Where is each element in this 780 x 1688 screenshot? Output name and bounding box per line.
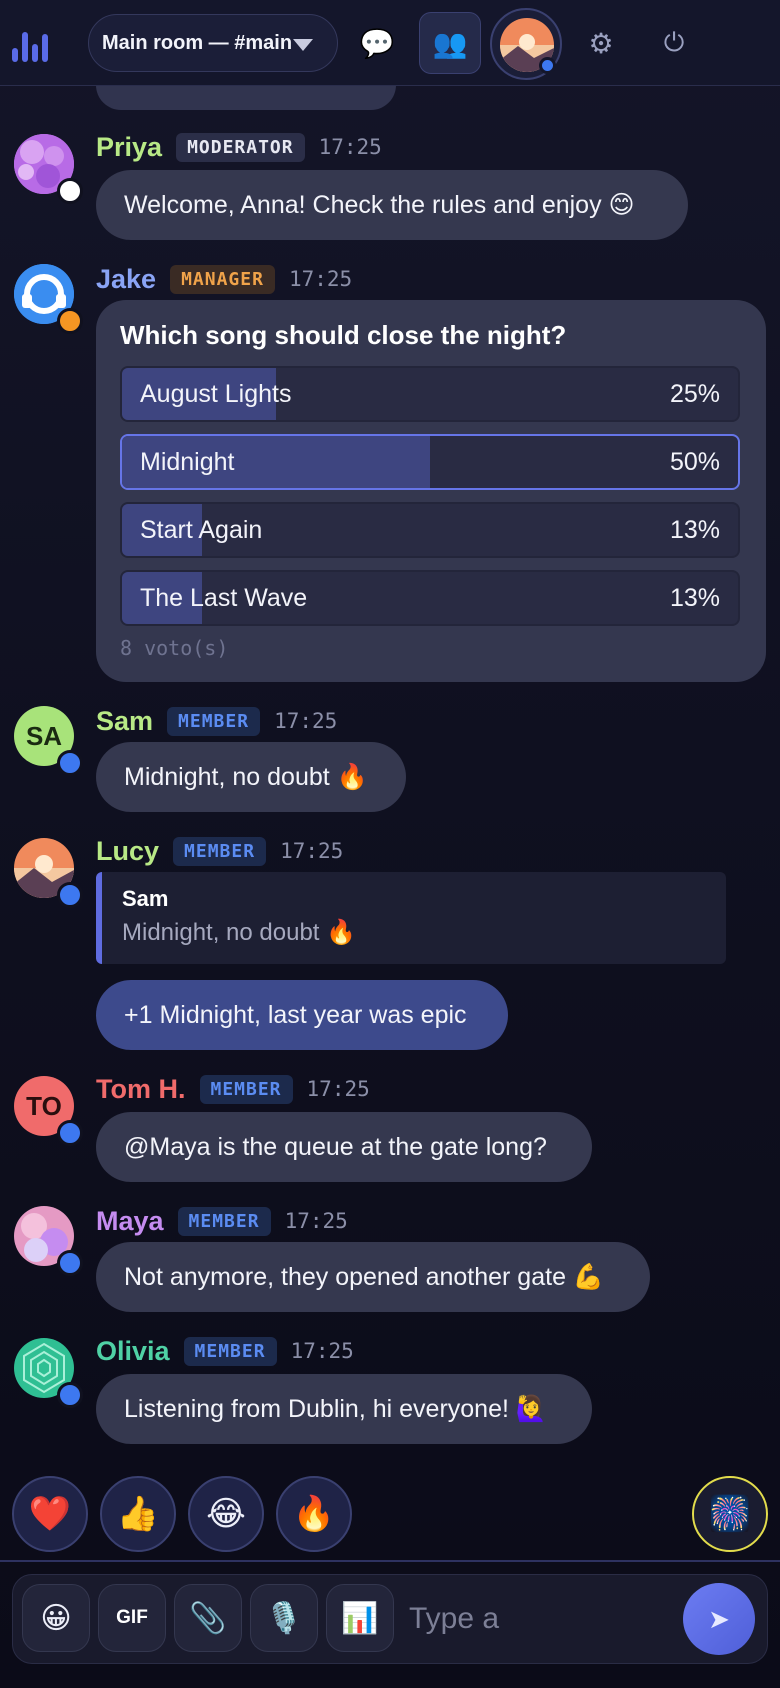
message-header: Sam MEMBER 17:25 bbox=[96, 704, 337, 738]
poll-vote-count: 8 voto(s) bbox=[120, 636, 229, 660]
timestamp: 17:25 bbox=[306, 1077, 370, 1101]
message-header: Tom H. MEMBER 17:25 bbox=[96, 1072, 370, 1106]
status-dot bbox=[57, 1120, 83, 1146]
send-button[interactable]: ➤ bbox=[683, 1583, 755, 1655]
logo-bars-icon bbox=[10, 24, 50, 62]
author-name[interactable]: Jake bbox=[96, 264, 156, 295]
author-name[interactable]: Tom H. bbox=[96, 1074, 186, 1105]
message-header: Maya MEMBER 17:25 bbox=[96, 1204, 348, 1238]
user-avatar[interactable] bbox=[490, 8, 562, 80]
status-dot bbox=[57, 178, 83, 204]
send-icon: ➤ bbox=[708, 1603, 730, 1634]
poll-question: Which song should close the night? bbox=[120, 320, 567, 350]
power-icon[interactable]: ⏻ bbox=[643, 12, 705, 74]
message-input[interactable] bbox=[409, 1589, 669, 1649]
status-dot bbox=[57, 882, 83, 908]
status-dot bbox=[57, 1250, 83, 1276]
online-status-dot bbox=[539, 57, 556, 74]
role-badge: MEMBER bbox=[177, 1206, 271, 1236]
poll-option[interactable]: The Last Wave 13% bbox=[120, 570, 740, 626]
message-bubble[interactable]: Midnight, no doubt 🔥 bbox=[96, 742, 406, 812]
message-header: Jake MANAGER 17:25 bbox=[96, 262, 352, 296]
quote-author: Sam bbox=[122, 886, 169, 911]
timestamp: 17:25 bbox=[290, 1339, 354, 1363]
poll-option-percent: 25% bbox=[669, 380, 720, 408]
poll-option-label: Midnight bbox=[140, 448, 235, 476]
poll-option-label: August Lights bbox=[140, 380, 292, 408]
message-header: Olivia MEMBER 17:25 bbox=[96, 1334, 354, 1368]
message-bubble[interactable]: @Maya is the queue at the gate long? bbox=[96, 1112, 592, 1182]
reply-quote[interactable]: Sam Midnight, no doubt 🔥 bbox=[96, 872, 726, 964]
gif-button[interactable]: GIF bbox=[98, 1584, 166, 1652]
role-badge: MEMBER bbox=[173, 836, 267, 866]
timestamp: 17:25 bbox=[318, 135, 382, 159]
reaction-thumbs-up-button[interactable]: 👍 bbox=[100, 1476, 176, 1552]
poll-chart-icon[interactable]: 📊 bbox=[326, 1584, 394, 1652]
microphone-icon[interactable]: 🎙️ bbox=[250, 1584, 318, 1652]
message-bubble[interactable]: Listening from Dublin, hi everyone! 🙋‍♀️ bbox=[96, 1374, 592, 1444]
poll-card: Which song should close the night? Augus… bbox=[96, 300, 766, 682]
avatar-initials: TO bbox=[26, 1090, 62, 1121]
message-bubble[interactable]: Welcome, Anna! Check the rules and enjoy… bbox=[96, 170, 688, 240]
reaction-fire-button[interactable]: 🔥 bbox=[276, 1476, 352, 1552]
author-name[interactable]: Olivia bbox=[96, 1336, 170, 1367]
message-text: @Maya is the queue at the gate long? bbox=[124, 1132, 547, 1161]
author-name[interactable]: Lucy bbox=[96, 836, 159, 867]
role-badge: MEMBER bbox=[183, 1336, 277, 1366]
timestamp: 17:25 bbox=[274, 709, 338, 733]
poll-option[interactable]: August Lights 25% bbox=[120, 366, 740, 422]
poll-option-percent: 13% bbox=[669, 584, 720, 612]
message-bubble[interactable]: Not anymore, they opened another gate 💪 bbox=[96, 1242, 650, 1312]
message-text: Listening from Dublin, hi everyone! 🙋‍♀️ bbox=[124, 1394, 547, 1423]
timestamp: 17:25 bbox=[280, 839, 344, 863]
reaction-laugh-button[interactable]: 😂 bbox=[188, 1476, 264, 1552]
settings-icon[interactable]: ⚙ bbox=[570, 12, 632, 74]
status-dot bbox=[57, 750, 83, 776]
users-icon[interactable]: 👥 bbox=[419, 12, 481, 74]
role-badge: MEMBER bbox=[167, 706, 261, 736]
message-text: Midnight, no doubt 🔥 bbox=[124, 762, 368, 791]
avatar-initials: SA bbox=[25, 720, 63, 751]
message-header: Lucy MEMBER 17:25 bbox=[96, 834, 343, 868]
room-select-label: Main room — #main bbox=[102, 31, 293, 54]
message-header: Priya MODERATOR 17:25 bbox=[96, 130, 382, 164]
message-bubble[interactable]: +1 Midnight, last year was epic bbox=[96, 980, 508, 1050]
role-badge: MEMBER bbox=[199, 1074, 293, 1104]
role-badge: MANAGER bbox=[170, 264, 275, 294]
status-dot bbox=[57, 1382, 83, 1408]
status-dot bbox=[57, 308, 83, 334]
chevron-down-icon bbox=[293, 39, 313, 51]
timestamp: 17:25 bbox=[284, 1209, 348, 1233]
author-name[interactable]: Sam bbox=[96, 706, 153, 737]
author-name[interactable]: Maya bbox=[96, 1206, 164, 1237]
room-select[interactable]: Main room — #main bbox=[88, 14, 338, 72]
author-name[interactable]: Priya bbox=[96, 132, 162, 163]
poll-option-label: The Last Wave bbox=[140, 584, 308, 612]
composer-divider bbox=[0, 1560, 780, 1562]
message-text: Welcome, Anna! Check the rules and enjoy… bbox=[124, 191, 635, 219]
poll-option-percent: 50% bbox=[669, 448, 720, 476]
poll-option-selected[interactable]: Midnight 50% bbox=[120, 434, 740, 490]
timestamp: 17:25 bbox=[288, 267, 353, 291]
message-composer: 😀 GIF 📎 🎙️ 📊 ➤ bbox=[12, 1574, 768, 1664]
message-text: Not anymore, they opened another gate 💪 bbox=[124, 1262, 605, 1291]
poll-option-label: Start Again bbox=[140, 516, 263, 544]
poll-option[interactable]: Start Again 13% bbox=[120, 502, 740, 558]
top-bar: Main room — #main 💬 👥 ⚙ ⏻ bbox=[0, 0, 780, 86]
fireworks-button[interactable]: 🎆 bbox=[692, 1476, 768, 1552]
quote-text: Midnight, no doubt 🔥 bbox=[122, 919, 357, 946]
role-badge: MODERATOR bbox=[176, 132, 305, 162]
chat-icon[interactable]: 💬 bbox=[346, 12, 408, 74]
reaction-heart-button[interactable]: ❤️ bbox=[12, 1476, 88, 1552]
message-text: +1 Midnight, last year was epic bbox=[124, 1000, 467, 1029]
attach-icon[interactable]: 📎 bbox=[174, 1584, 242, 1652]
poll-option-percent: 13% bbox=[669, 516, 720, 544]
emoji-picker-button[interactable]: 😀 bbox=[22, 1584, 90, 1652]
